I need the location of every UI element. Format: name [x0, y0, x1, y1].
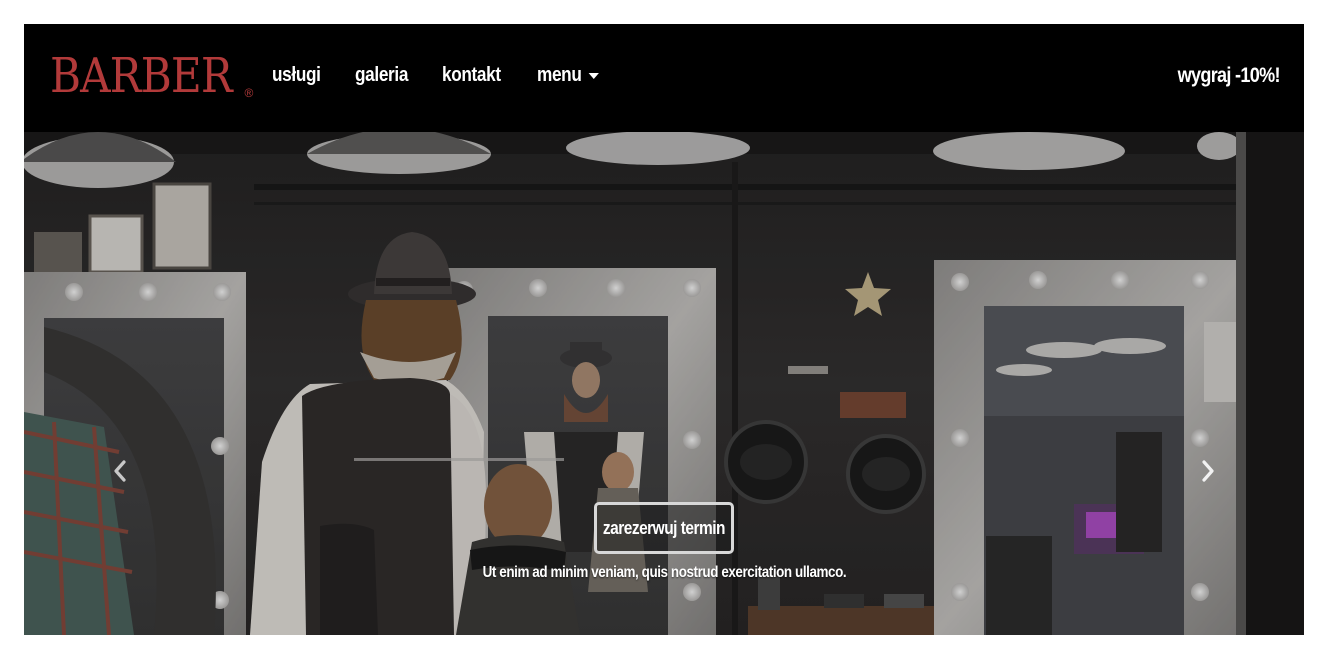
nav-item-label: kontakt [442, 64, 501, 86]
caret-down-icon [587, 72, 599, 79]
brand-logo[interactable]: BARBER ® [50, 50, 253, 102]
carousel-next-button[interactable] [1188, 454, 1228, 488]
nav-item-label: usługi [272, 64, 321, 86]
registered-mark: ® [244, 86, 254, 100]
site-frame: BARBER ® usługi galeria kontakt menu wyg… [24, 24, 1304, 635]
nav-item-galeria[interactable]: galeria [355, 64, 408, 87]
carousel-caption: zarezerwuj termin Ut enim ad minim venia… [24, 502, 1304, 582]
nav-item-menu-dropdown[interactable]: menu [537, 64, 599, 87]
promo-link[interactable]: wygraj -10%! [1178, 64, 1281, 88]
book-appointment-button[interactable]: zarezerwuj termin [594, 502, 734, 554]
hero-carousel: zarezerwuj termin Ut enim ad minim venia… [24, 132, 1304, 635]
nav-item-label: menu [536, 64, 582, 86]
nav-item-label: galeria [354, 64, 408, 86]
nav-links: usługi galeria kontakt menu [272, 64, 608, 87]
navbar: BARBER ® usługi galeria kontakt menu wyg… [24, 24, 1304, 132]
caption-text: Ut enim ad minim veniam, quis nostrud ex… [482, 564, 846, 581]
nav-item-uslugi[interactable]: usługi [272, 64, 321, 87]
brand-name: BARBER [50, 48, 233, 104]
book-appointment-label: zarezerwuj termin [603, 517, 726, 538]
nav-item-kontakt[interactable]: kontakt [442, 64, 501, 87]
chevron-right-icon [1202, 460, 1214, 482]
carousel-prev-button[interactable] [100, 454, 140, 488]
chevron-left-icon [114, 460, 126, 482]
